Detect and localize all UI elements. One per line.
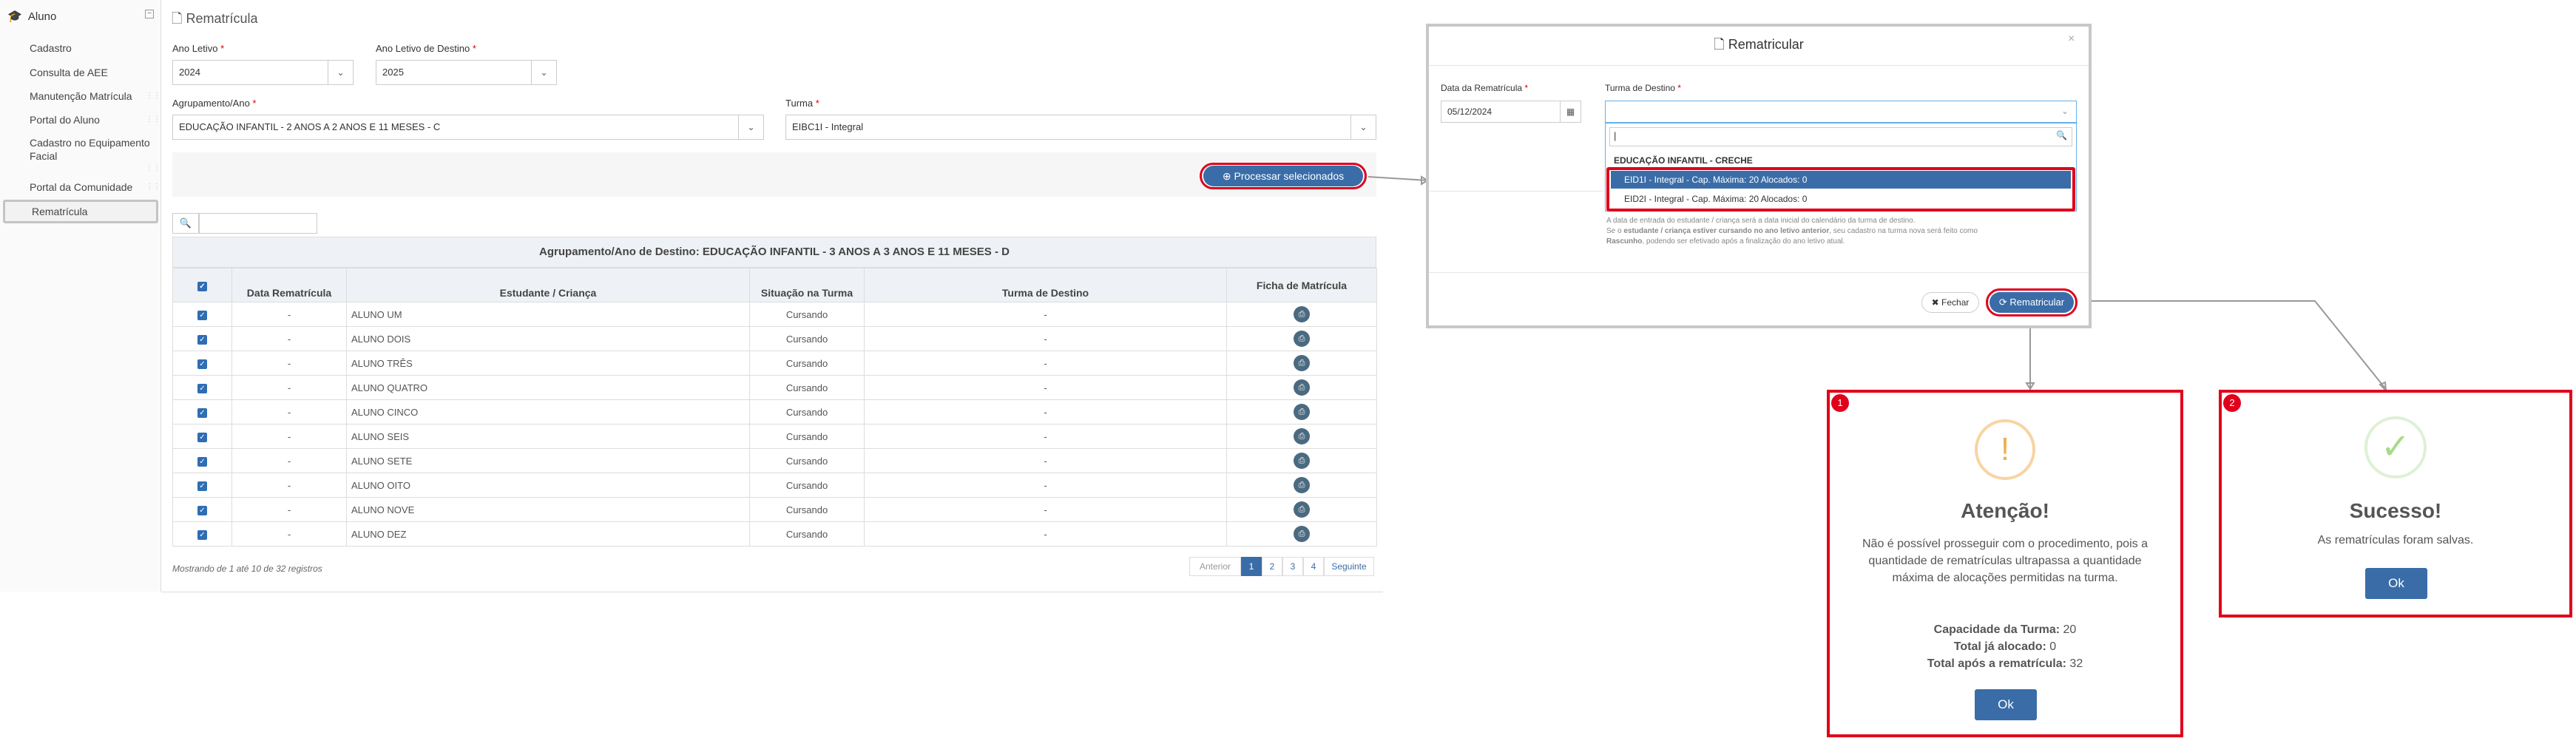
warning-message: Não é possível prosseguir com o procedim… [1862, 538, 2148, 584]
step-badge-1: 1 [1831, 394, 1849, 412]
help-text: A data de entrada do estudante / criança… [1606, 217, 1978, 246]
turma-destino-label: Turma de Destino * [1605, 83, 1681, 93]
dropdown-group-label: EDUCAÇÃO INFANTIL - CRECHE [1614, 155, 1753, 166]
close-icon[interactable]: × [2068, 33, 2075, 46]
divider [1429, 191, 1603, 192]
search-icon: 🔍 [2056, 130, 2067, 141]
modal-title: 🗋 Rematricular [1714, 37, 1804, 52]
divider [1429, 65, 2089, 66]
dropdown-option-eid2i[interactable]: EID2I - Integral - Cap. Máxima: 20 Aloca… [1611, 190, 2071, 208]
data-rematricula-label: Data da Rematrícula * [1441, 83, 1529, 93]
connector-line [1368, 176, 1428, 181]
warning-title: Atenção! [1961, 499, 2049, 522]
success-ok-button[interactable]: Ok [2365, 568, 2427, 599]
dropdown-search-input[interactable]: | 🔍 [1609, 127, 2072, 146]
close-icon: ✖ [1931, 297, 1939, 308]
warning-ok-button[interactable]: Ok [1975, 689, 2037, 720]
success-title: Sucesso! [2349, 499, 2442, 522]
exclamation-icon: ! [1975, 419, 2035, 480]
refresh-icon: ⟳ [1998, 297, 2007, 308]
success-message: As rematrículas foram salvas. [2317, 534, 2474, 547]
connector-lines [1368, 175, 2387, 393]
document-icon: 🗋 [1714, 37, 1725, 52]
fechar-button[interactable]: ✖ Fechar [1921, 292, 1979, 313]
step-badge-2: 2 [2223, 394, 2241, 412]
checkmark-icon: ✓ [2364, 416, 2427, 478]
calendar-icon[interactable]: ▦ [1560, 101, 1581, 122]
turma-destino-select[interactable]: ⌄ [1605, 101, 2077, 123]
chevron-down-icon: ⌄ [2061, 106, 2069, 116]
dropdown-option-eid1i[interactable]: EID1I - Integral - Cap. Máxima: 20 Aloca… [1611, 171, 2071, 189]
warning-stats: Capacidade da Turma: 20 Total já alocado… [1927, 623, 2083, 670]
divider [1429, 272, 2089, 273]
rematricular-button[interactable]: ⟳ Rematricular [1990, 292, 2074, 313]
connector-line [2078, 300, 2386, 389]
data-rematricula-input[interactable]: 05/12/2024 ▦ [1441, 101, 1581, 123]
